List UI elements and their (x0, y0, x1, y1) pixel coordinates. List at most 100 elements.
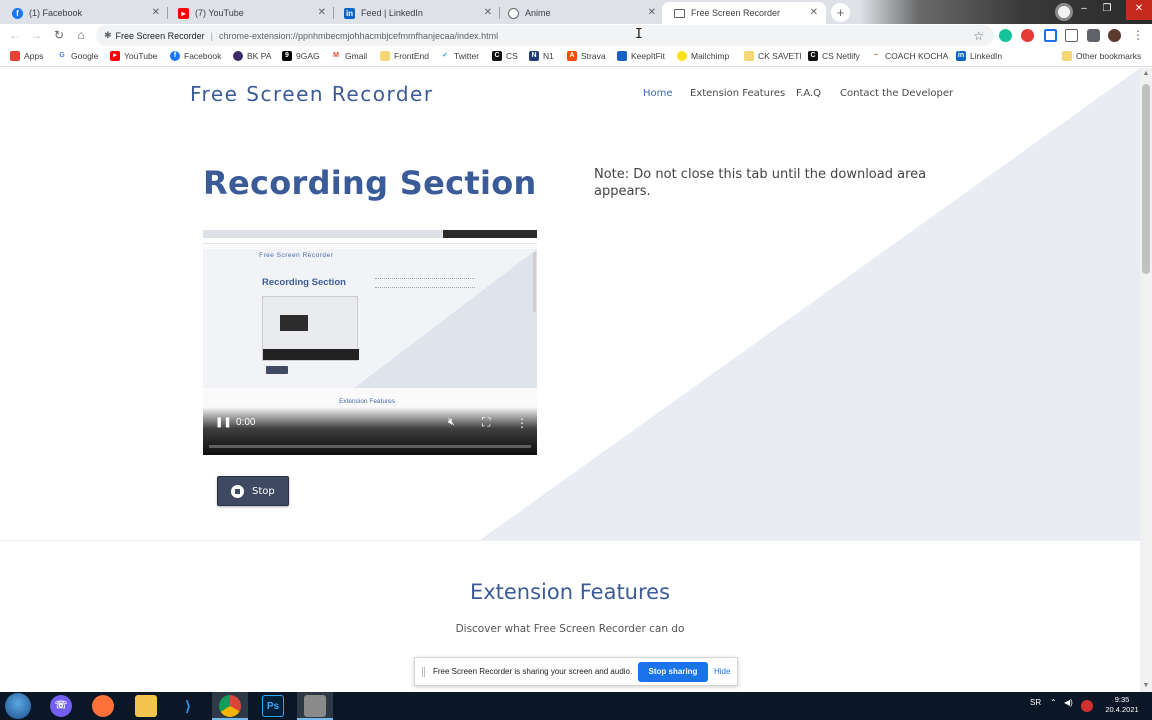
extension-features-subtitle: Discover what Free Screen Recorder can d… (455, 623, 685, 635)
address-bar[interactable]: ✱ Free Screen Recorder | chrome-extensio… (96, 25, 994, 46)
adobe-tray-icon[interactable] (1081, 700, 1093, 712)
tray-up-arrow-icon[interactable]: ⌃ (1050, 698, 1057, 707)
bk-icon (233, 51, 243, 61)
bookmark-n1[interactable]: N N1 (529, 51, 554, 61)
coach-icon: ~ (871, 51, 881, 61)
back-arrow-icon[interactable]: ← (7, 27, 23, 43)
preview-nested-video (262, 296, 359, 361)
gmail-icon: M (331, 51, 341, 61)
bookmark-9gag[interactable]: 9 9GAG (282, 51, 320, 61)
tab-title: (7) YouTube (195, 8, 244, 18)
chrome-menu-icon[interactable]: ⋮ (1130, 27, 1146, 43)
scroll-thumb[interactable] (1142, 84, 1150, 274)
bookmark-mailchimp[interactable]: Mailchimp (677, 51, 729, 61)
firefox-icon[interactable] (92, 695, 114, 717)
close-icon[interactable]: ✕ (810, 7, 818, 18)
bookmark-linkedin[interactable]: in LinkedIn (956, 51, 1002, 61)
extension-features-title: Extension Features (469, 580, 671, 604)
mute-icon[interactable]: 🔇︎ (448, 416, 455, 429)
scroll-down-icon[interactable]: ▼ (1140, 680, 1152, 692)
close-icon[interactable]: ✕ (152, 7, 160, 18)
mailchimp-icon (677, 51, 687, 61)
tab-free-screen-recorder[interactable]: Free Screen Recorder ✕ (662, 2, 826, 24)
system-clock[interactable]: 9:35 20.4.2021 (1100, 695, 1144, 715)
pause-icon[interactable]: ❚❚ (215, 417, 232, 428)
nav-faq[interactable]: F.A.Q (796, 88, 821, 99)
chrome-icon[interactable] (219, 695, 241, 717)
stop-label: Stop (252, 485, 275, 497)
stop-recording-button[interactable]: Stop (217, 476, 289, 506)
forward-arrow-icon[interactable]: → (28, 27, 44, 43)
windows-taskbar: ☏ ⟩ Ps SR ⌃ ◀) 9:35 20.4.2021 (0, 692, 1152, 720)
grammarly-icon[interactable] (999, 29, 1012, 42)
bookmark-cs[interactable]: C CS (492, 51, 518, 61)
bookmark-other[interactable]: Other bookmarks (1062, 51, 1141, 61)
bookmark-youtube[interactable]: ▸ YouTube (110, 51, 157, 61)
viber-icon[interactable]: ☏ (50, 695, 72, 717)
bookmarks-bar: Apps G Google ▸ YouTube f Facebook BK PA 99… (0, 47, 1152, 67)
recording-preview-video[interactable]: Free Screen Recorder Recording Section E… (203, 230, 537, 455)
fullscreen-icon[interactable]: ⛶ (482, 415, 490, 430)
window-close-icon[interactable]: ✕ (1126, 0, 1152, 20)
tab-youtube[interactable]: ▸ (7) YouTube ✕ (166, 2, 334, 24)
chrome-profile-icon[interactable] (1055, 3, 1073, 21)
opera-adblock-icon[interactable] (1021, 29, 1034, 42)
extensions-puzzle-icon[interactable] (1087, 29, 1100, 42)
tab-facebook[interactable]: f (1) Facebook ✕ (0, 2, 168, 24)
stop-sharing-button[interactable]: Stop sharing (638, 662, 708, 682)
nav-extension-features[interactable]: Extension Features (690, 88, 785, 99)
tab-linkedin[interactable]: in Feed | LinkedIn ✕ (332, 2, 500, 24)
reload-icon[interactable]: ↻ (51, 27, 67, 43)
nav-home[interactable]: Home (643, 88, 673, 99)
maximize-icon[interactable]: ❐ (1096, 0, 1118, 20)
preview-stop-button (266, 366, 288, 374)
browser-tab-strip: f (1) Facebook ✕ ▸ (7) YouTube ✕ in Feed… (0, 0, 1152, 24)
bookmark-gmail[interactable]: M Gmail (331, 51, 367, 61)
linkedin-icon: in (956, 51, 966, 61)
drag-handle-icon[interactable] (422, 666, 425, 677)
bookmark-ck-saveti[interactable]: CK SAVETI (744, 51, 802, 61)
close-icon[interactable]: ✕ (648, 7, 656, 18)
bookmark-cs-netlify[interactable]: C CS Netlify (808, 51, 860, 61)
scroll-up-icon[interactable]: ▲ (1140, 68, 1152, 80)
cast-icon[interactable] (1065, 29, 1078, 42)
bookmark-keepitfit[interactable]: KeepItFit (617, 51, 665, 61)
bookmark-apps[interactable]: Apps (10, 51, 43, 61)
nav-contact-developer[interactable]: Contact the Developer (840, 88, 953, 99)
bookmark-strava[interactable]: A Strava (567, 51, 606, 61)
globe-icon (508, 7, 519, 19)
pen-tool-icon[interactable] (1044, 29, 1057, 42)
text-cursor-icon: I (635, 27, 643, 42)
page-scrollbar[interactable]: ▲ ▼ (1140, 68, 1152, 692)
avatar[interactable] (1108, 29, 1121, 42)
apps-grid-icon (10, 51, 20, 61)
close-icon[interactable]: ✕ (484, 7, 492, 18)
bookmark-coach-kocha[interactable]: ~ COACH KOCHA (871, 51, 948, 61)
volume-icon[interactable]: ◀) (1064, 698, 1073, 707)
windows-start-icon[interactable] (5, 693, 31, 719)
bookmark-facebook[interactable]: f Facebook (170, 51, 221, 61)
bookmark-bk-pa[interactable]: BK PA (233, 51, 271, 61)
photoshop-icon[interactable]: Ps (262, 695, 284, 717)
hide-sharing-bar-link[interactable]: Hide (714, 667, 730, 676)
strava-icon: A (567, 51, 577, 61)
tab-anime[interactable]: Anime ✕ (496, 2, 664, 24)
close-icon[interactable]: ✕ (318, 7, 326, 18)
screen-recorder-icon[interactable] (304, 695, 326, 717)
file-explorer-icon[interactable] (135, 695, 157, 717)
bookmark-google[interactable]: G Google (57, 51, 98, 61)
preview-note (375, 278, 475, 288)
site-logo[interactable]: Free Screen Recorder (190, 82, 434, 106)
minimize-icon[interactable]: – (1073, 0, 1095, 20)
vscode-icon[interactable]: ⟩ (177, 695, 199, 717)
bookmark-frontend[interactable]: FrontEnd (380, 51, 429, 61)
video-progress-bar[interactable] (209, 445, 531, 448)
bookmark-twitter[interactable]: ✓ Twitter (440, 51, 479, 61)
youtube-icon: ▸ (110, 51, 120, 61)
more-options-icon[interactable]: ⋮ (516, 416, 528, 430)
language-indicator[interactable]: SR (1030, 698, 1041, 707)
bookmark-star-icon[interactable]: ☆ (973, 29, 984, 43)
home-icon[interactable]: ⌂ (73, 27, 89, 43)
keepitfit-icon (617, 51, 627, 61)
new-tab-button[interactable]: + (831, 3, 850, 22)
